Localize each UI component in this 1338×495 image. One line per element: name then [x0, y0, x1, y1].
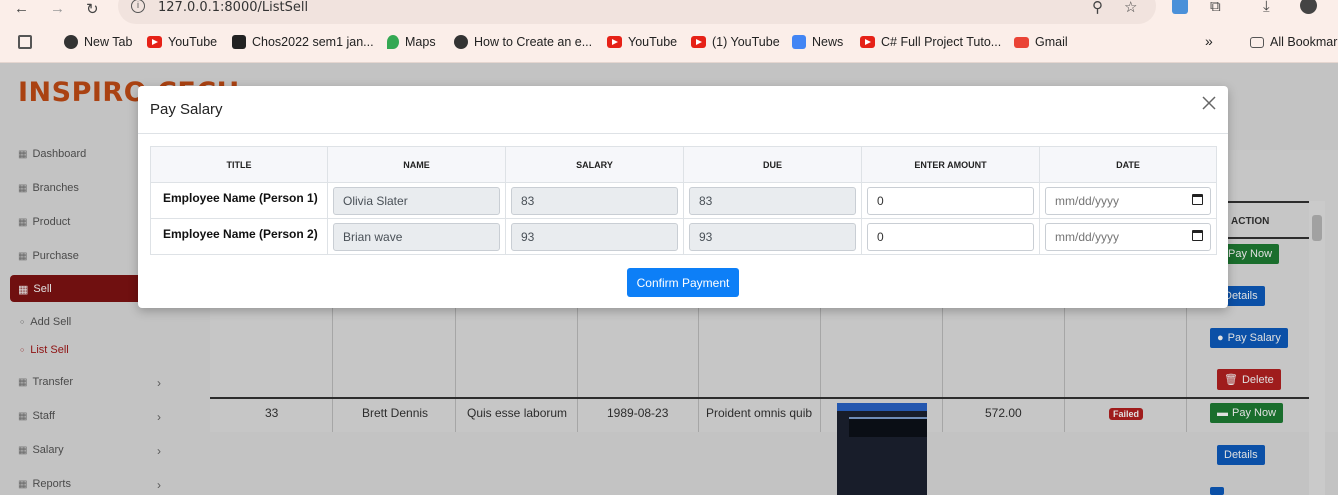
- bookmark-how-to-create[interactable]: How to Create an e...: [454, 35, 592, 49]
- youtube-icon: [607, 36, 622, 48]
- globe-icon: [64, 35, 78, 49]
- back-arrow-icon[interactable]: ←: [14, 0, 29, 17]
- salary-table: TITLE NAME SALARY DUE ENTER AMOUNT DATE …: [150, 146, 1217, 255]
- youtube-icon: [691, 36, 706, 48]
- apps-grid-icon[interactable]: [18, 35, 32, 49]
- close-icon[interactable]: [1200, 94, 1218, 112]
- table-header-row: TITLE NAME SALARY DUE ENTER AMOUNT DATE: [150, 146, 1217, 183]
- pay-salary-modal: Pay Salary TITLE NAME SALARY DUE ENTER A…: [138, 86, 1228, 308]
- modal-title: Pay Salary: [150, 101, 223, 118]
- bookmark-maps[interactable]: Maps: [387, 35, 436, 49]
- confirm-payment-button[interactable]: Confirm Payment: [627, 268, 739, 297]
- bookmarks-bar: New Tab YouTube Chos2022 sem1 jan... Map…: [0, 28, 1338, 63]
- enter-amount-input[interactable]: [867, 222, 1034, 251]
- news-icon: [792, 35, 806, 49]
- column-header-date: DATE: [1039, 146, 1217, 183]
- modal-divider: [138, 133, 1228, 134]
- table-row: Employee Name (Person 1): [150, 182, 1217, 219]
- youtube-icon: [860, 36, 875, 48]
- date-input[interactable]: [1045, 186, 1211, 215]
- salary-field: [511, 222, 678, 251]
- browser-toolbar: ← → ↻ i 127.0.0.1:8000/ListSell ⚲ ☆ ⧉ ⤓: [0, 0, 1338, 28]
- zoom-icon[interactable]: ⚲: [1092, 0, 1103, 16]
- download-icon[interactable]: ⤓: [1263, 0, 1270, 15]
- column-header-name: NAME: [327, 146, 506, 183]
- column-header-title: TITLE: [150, 146, 328, 183]
- bookmark-csharp[interactable]: C# Full Project Tuto...: [860, 35, 1001, 49]
- column-header-due: DUE: [683, 146, 862, 183]
- url-text[interactable]: 127.0.0.1:8000/ListSell: [158, 0, 308, 15]
- extension-icon[interactable]: [1172, 0, 1188, 14]
- star-icon[interactable]: ☆: [1124, 0, 1137, 16]
- employee-name-field: [333, 222, 500, 251]
- bookmark-chos2022[interactable]: Chos2022 sem1 jan...: [232, 35, 374, 49]
- calendar-icon[interactable]: [1192, 229, 1203, 241]
- enter-amount-input[interactable]: [867, 186, 1034, 215]
- calendar-icon[interactable]: [1192, 193, 1203, 205]
- site-icon: [232, 35, 246, 49]
- reload-icon[interactable]: ↻: [86, 0, 99, 18]
- table-row: Employee Name (Person 2): [150, 218, 1217, 255]
- all-bookmarks[interactable]: All Bookmar: [1250, 35, 1337, 49]
- gmail-icon: [1014, 36, 1029, 48]
- puzzle-icon[interactable]: ⧉: [1210, 0, 1221, 15]
- employee-title-cell: Employee Name (Person 2): [150, 218, 328, 255]
- folder-icon: [1250, 36, 1264, 48]
- column-header-enter-amount: ENTER AMOUNT: [861, 146, 1040, 183]
- bookmark-new-tab[interactable]: New Tab: [64, 35, 132, 49]
- column-header-salary: SALARY: [505, 146, 684, 183]
- due-field: [689, 186, 856, 215]
- globe-icon: [454, 35, 468, 49]
- more-bookmarks-chevron[interactable]: »: [1205, 33, 1213, 49]
- bookmark-news[interactable]: News: [792, 35, 843, 49]
- maps-icon: [387, 35, 399, 49]
- employee-title-cell: Employee Name (Person 1): [150, 182, 328, 219]
- forward-arrow-icon[interactable]: →: [50, 0, 65, 17]
- employee-name-field: [333, 186, 500, 215]
- bookmark-youtube[interactable]: YouTube: [147, 35, 217, 49]
- salary-field: [511, 186, 678, 215]
- profile-avatar[interactable]: [1300, 0, 1317, 14]
- youtube-icon: [147, 36, 162, 48]
- bookmark-youtube-2[interactable]: YouTube: [607, 35, 677, 49]
- bookmark-gmail[interactable]: Gmail: [1014, 35, 1068, 49]
- date-input[interactable]: [1045, 222, 1211, 251]
- bookmark-youtube-3[interactable]: (1) YouTube: [691, 35, 780, 49]
- due-field: [689, 222, 856, 251]
